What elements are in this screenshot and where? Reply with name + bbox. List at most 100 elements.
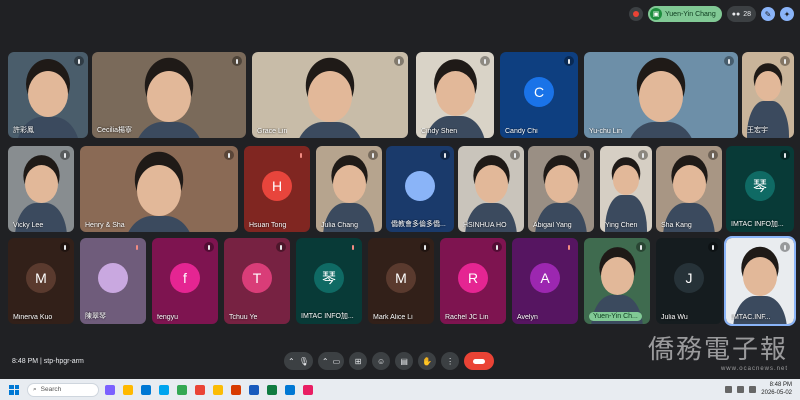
- participant-tile[interactable]: Yuen-Yin Ch...: [584, 238, 650, 324]
- app-icon-7[interactable]: [213, 384, 223, 395]
- participant-video: [28, 70, 68, 117]
- edge-icon[interactable]: [141, 384, 151, 395]
- more-options-button[interactable]: ⋮: [441, 352, 460, 370]
- battery-icon[interactable]: [749, 385, 757, 393]
- raise-hand-button[interactable]: ✋: [418, 352, 437, 370]
- leave-call-button[interactable]: [464, 352, 495, 370]
- participant-tile[interactable]: Abigail Yang: [528, 146, 594, 232]
- wifi-icon[interactable]: [725, 385, 733, 393]
- copilot-icon[interactable]: [105, 384, 115, 395]
- word-icon[interactable]: [249, 384, 259, 395]
- participant-name: Minerva Kuo: [13, 314, 53, 321]
- excel-icon[interactable]: [267, 384, 277, 395]
- mic-status-icon: [368, 150, 378, 160]
- taskbar-clock[interactable]: 8:48 PM 2026-05-02: [761, 381, 792, 397]
- mic-status-icon: [564, 242, 574, 252]
- participant-tile[interactable]: M Mark Alice Li: [368, 238, 434, 324]
- participant-name: Yu-chu Lin: [589, 128, 623, 135]
- store-icon[interactable]: [159, 384, 169, 395]
- taskbar-time: 8:48 PM: [769, 382, 792, 388]
- participant-avatar: C: [524, 76, 554, 107]
- participant-tile[interactable]: Grace Lin: [252, 52, 408, 138]
- participant-tile[interactable]: 琴 IMTAC INFO加...: [296, 238, 362, 324]
- app-icon-12[interactable]: [303, 384, 313, 395]
- participant-tile[interactable]: 陳翠琴: [80, 238, 146, 324]
- participant-name: 王宏宇: [747, 127, 768, 134]
- participant-tile[interactable]: 許彩鳳: [8, 52, 88, 138]
- mic-status-icon: [708, 150, 718, 160]
- mic-status-icon: [276, 242, 286, 252]
- participant-video: [613, 164, 639, 195]
- captions-button[interactable]: ▤: [395, 352, 414, 370]
- participant-tile[interactable]: IMTAC.INF...: [724, 236, 796, 326]
- participant-body: [625, 121, 697, 138]
- participant-avatar: T: [242, 262, 272, 293]
- mic-status-icon: [580, 150, 590, 160]
- participant-tile[interactable]: M Minerva Kuo: [8, 238, 74, 324]
- participant-tile[interactable]: HSINHUA HO: [458, 146, 524, 232]
- mic-icon: 🎙: [298, 356, 309, 366]
- participant-tile[interactable]: Cecilia楊寧: [92, 52, 246, 138]
- mic-status-icon: [724, 56, 734, 66]
- mic-status-icon: [780, 242, 790, 252]
- participant-name: Sha Kang: [661, 222, 692, 229]
- recording-icon[interactable]: [629, 7, 643, 21]
- participant-tile[interactable]: 琴 IMTAC INFO加...: [726, 146, 794, 232]
- participant-tile[interactable]: 王宏宇: [742, 52, 794, 138]
- mic-button[interactable]: ⌃ 🎙: [284, 352, 313, 370]
- mic-status-icon: [440, 150, 450, 160]
- participant-name: Yuen-Yin Ch...: [589, 312, 642, 321]
- top-bar: ▣ Yuen-Yin Chang ●● 28 ✎ ✦: [629, 5, 794, 23]
- reactions-button[interactable]: ☺: [372, 352, 391, 370]
- taskbar-search[interactable]: ⌕ Search: [27, 382, 99, 397]
- participant-tile[interactable]: Yu-chu Lin: [584, 52, 738, 138]
- activities-icon[interactable]: ✎: [761, 7, 775, 21]
- participant-tile[interactable]: f fengyu: [152, 238, 218, 324]
- gemini-icon[interactable]: ✦: [780, 7, 794, 21]
- participant-body: [123, 215, 195, 232]
- google-icon[interactable]: [195, 384, 205, 395]
- participant-tile[interactable]: Henry & Sha: [80, 146, 238, 232]
- participant-grid: 許彩鳳 Cecilia楊寧 Grace Lin Cindy Shen C Candy Ch…: [8, 52, 796, 326]
- participant-name: Candy Chi: [505, 128, 538, 135]
- participant-tile[interactable]: Ying Chen: [600, 146, 652, 232]
- chrome-icon[interactable]: [177, 384, 187, 395]
- participant-avatar: 琴: [745, 170, 775, 201]
- meeting-info: 8:48 PM | stp-hpgr-arm: [12, 358, 84, 365]
- participant-tile[interactable]: Vicky Lee: [8, 146, 74, 232]
- participant-name: Grace Lin: [257, 128, 288, 135]
- participant-tile[interactable]: C Candy Chi: [500, 52, 578, 138]
- camera-button[interactable]: ⌃ ▭: [317, 352, 345, 370]
- participant-video: [544, 164, 578, 203]
- participant-tile[interactable]: H Hsuan Tong: [244, 146, 310, 232]
- participant-name: IMTAC INFO加...: [301, 313, 354, 320]
- mic-status-icon: [638, 150, 648, 160]
- mic-status-icon: [296, 150, 306, 160]
- participant-tile[interactable]: 僑教會多倫多僑...: [386, 146, 454, 232]
- mic-status-icon: [224, 150, 234, 160]
- windows-start-icon[interactable]: [9, 384, 19, 395]
- outlook-icon[interactable]: [285, 384, 295, 395]
- powerpoint-icon[interactable]: [231, 384, 241, 395]
- participant-name: 許彩鳳: [13, 127, 34, 134]
- participant-tile[interactable]: Julia Chang: [316, 146, 382, 232]
- presenter-chip[interactable]: ▣ Yuen-Yin Chang: [648, 6, 722, 22]
- participant-tile[interactable]: R Rachel JC Lin: [440, 238, 506, 324]
- participant-tile[interactable]: Cindy Shen: [416, 52, 494, 138]
- participant-video: [24, 164, 58, 203]
- participant-name: Henry & Sha: [85, 222, 125, 229]
- participants-button[interactable]: ●● 28: [726, 6, 756, 22]
- volume-icon[interactable]: [737, 385, 745, 393]
- participant-name: Vicky Lee: [13, 222, 44, 229]
- participant-name: Tchuu Ye: [229, 314, 258, 321]
- bottom-bar: 8:48 PM | stp-hpgr-arm ⌃ 🎙 ⌃ ▭ ⊞ ☺ ▤ ✋ ⋮: [0, 352, 800, 374]
- participant-tile[interactable]: Sha Kang: [656, 146, 722, 232]
- mic-status-icon: [480, 56, 490, 66]
- participant-tile[interactable]: J Julia Wu: [656, 238, 722, 324]
- hand-icon: ✋: [422, 356, 433, 366]
- participant-name: Hsuan Tong: [249, 222, 287, 229]
- file-explorer-icon[interactable]: [123, 384, 133, 395]
- participant-tile[interactable]: T Tchuu Ye: [224, 238, 290, 324]
- present-button[interactable]: ⊞: [349, 352, 368, 370]
- participant-tile[interactable]: A Avelyn: [512, 238, 578, 324]
